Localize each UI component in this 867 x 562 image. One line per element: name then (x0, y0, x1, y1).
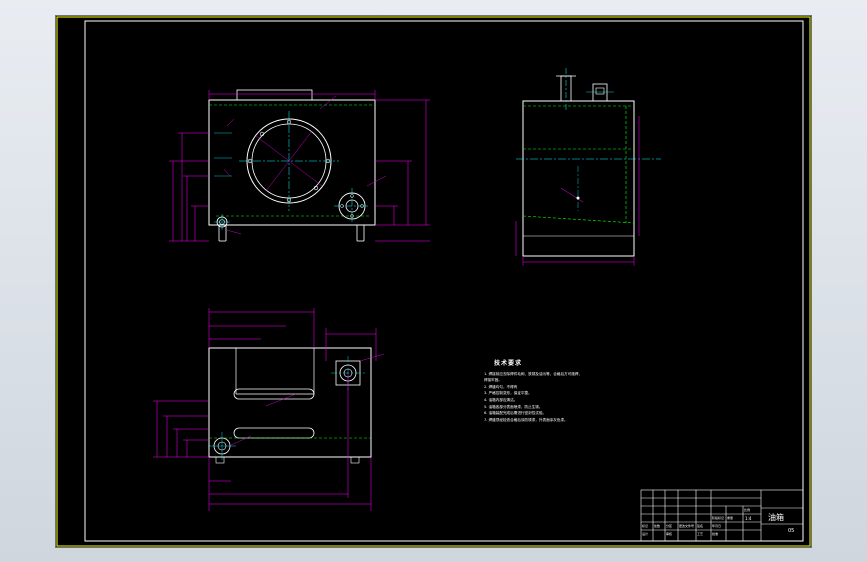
note-line: 4. 油箱内部应清洁。 (484, 397, 518, 402)
stage-cell: 阶段标记 (712, 516, 725, 520)
cad-drawing-viewport[interactable]: 技术要求 1. 焊接前应去除焊件毛刺、铁锈及油污等，合格后方可施焊， 焊接牢固。… (55, 15, 812, 548)
revision-cell: 处数 (654, 524, 661, 528)
drawing-canvas (56, 16, 811, 547)
revision-cell: 签名 (697, 524, 704, 528)
approval-cell: 批准 (712, 532, 719, 536)
side-view-dimensions (515, 116, 640, 266)
approval-cell: 设计 (642, 532, 649, 536)
note-line: 3. 严格控制变形，保证平整。 (484, 391, 532, 396)
note-line: 7. 焊缝须经检查合格后涂防锈漆，外表面涂灰色漆。 (484, 417, 568, 422)
sheet-code: 05 (788, 528, 795, 534)
top-view (208, 347, 385, 464)
stage-cell: 比例 (744, 508, 751, 512)
note-line: 6. 油箱装配完成后需进行密封性试验。 (484, 411, 547, 416)
revision-cell: 标记 (642, 524, 649, 528)
sheet-frame (56, 16, 811, 547)
approval-cell: 工艺 (697, 532, 704, 536)
note-line: 焊接牢固。 (484, 378, 502, 383)
scale-value: 1:4 (745, 516, 752, 521)
technical-requirements-title: 技术要求 (494, 360, 523, 367)
revision-cell: 更改文件号 (679, 524, 695, 528)
approval-cell: 审核 (666, 532, 673, 536)
revision-cell: 分区 (666, 524, 673, 528)
technical-requirements: 技术要求 1. 焊接前应去除焊件毛刺、铁锈及油污等，合格后方可施焊， 焊接牢固。… (484, 360, 634, 423)
drawing-name: 油箱 (768, 513, 784, 522)
note-line: 1. 焊接前应去除焊件毛刺、铁锈及油污等，合格后方可施焊， (484, 371, 583, 376)
revision-cell: 年月日 (712, 524, 722, 528)
stage-cell: 重量 (727, 516, 734, 520)
note-line: 5. 油箱各部分表面喷漆，防止生锈。 (484, 404, 543, 409)
note-line: 2. 焊缝均匀，不得有 (484, 384, 518, 389)
front-view-dimensions (169, 90, 430, 242)
top-view-dimensions (153, 308, 377, 511)
front-view (208, 89, 387, 242)
